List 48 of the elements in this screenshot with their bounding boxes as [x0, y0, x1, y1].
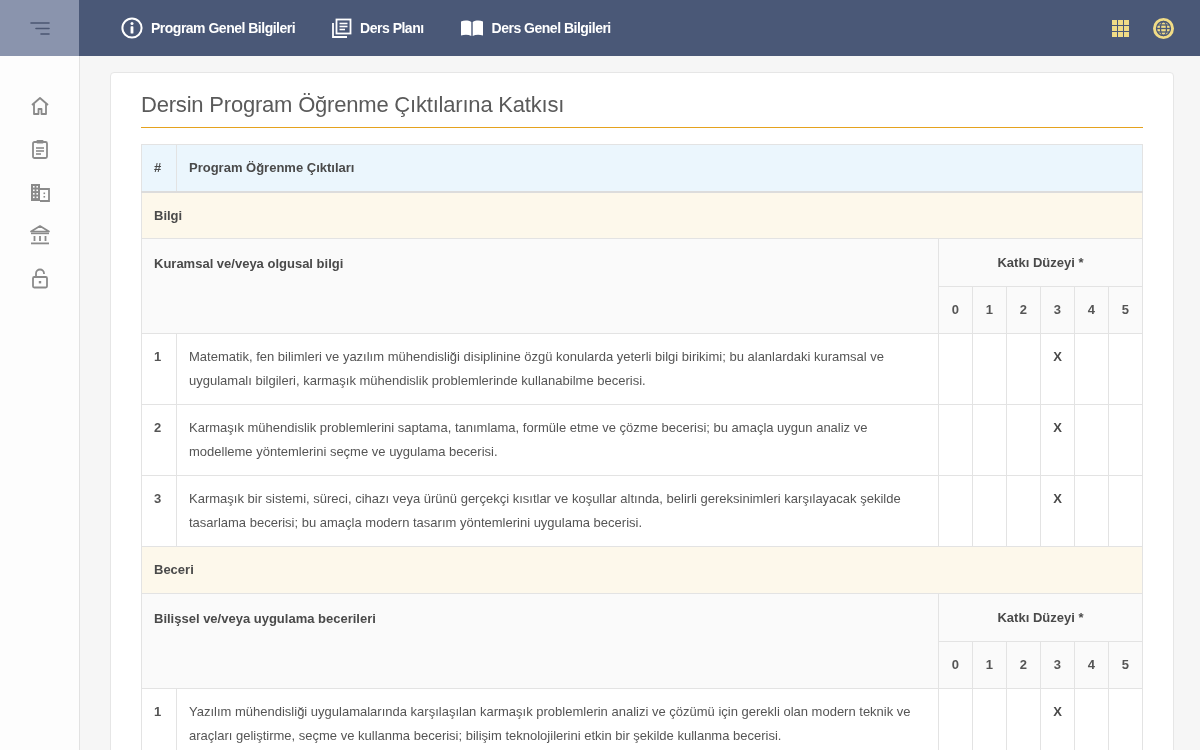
bank-icon — [28, 224, 51, 246]
outcome-text: Yazılım mühendisliği uygulamalarında karşılaşılan karmaşık problemlerin analizi ve çözümü için gerekli olan modern teknik ve araçları geliştirme, seçme ve kullanma becerisi; bilişim teknolojilerini etkin bir şekilde kullanma becerisi. — [176, 688, 939, 750]
level-number: 1 — [972, 286, 1007, 334]
menu-icon — [29, 21, 50, 35]
level-number: 0 — [938, 641, 973, 689]
page-title: Dersin Program Öğrenme Çıktılarına Katkısı — [141, 91, 1143, 128]
level-number: 2 — [1006, 286, 1041, 334]
level-number: 1 — [972, 641, 1007, 689]
building-nav-button[interactable] — [28, 181, 51, 203]
info-icon — [121, 17, 143, 39]
level-mark-cell: X — [1040, 333, 1075, 405]
grid-icon — [1112, 19, 1129, 37]
column-header: # — [141, 144, 177, 192]
level-heading: Katkı Düzeyi * — [938, 593, 1143, 642]
apps-button[interactable] — [1112, 19, 1129, 37]
level-mark-cell: X — [1040, 404, 1075, 476]
row-number: 1 — [141, 688, 177, 750]
group-heading: Bilişsel ve/veya uygulama becerileri — [141, 593, 939, 689]
level-number: 3 — [1040, 286, 1075, 334]
level-heading: Katkı Düzeyi * — [938, 238, 1143, 287]
level-mark-cell: X — [1040, 688, 1075, 750]
globe-icon — [1153, 17, 1174, 39]
bank-nav-button[interactable] — [28, 224, 51, 246]
level-number: 3 — [1040, 641, 1075, 689]
level-number: 4 — [1074, 286, 1109, 334]
nav-link[interactable]: Program Genel Bilgileri — [121, 17, 296, 39]
nav-link[interactable]: Ders Planı — [331, 17, 424, 39]
outcome-text: Karmaşık bir sistemi, süreci, cihazı veya ürünü gerçekçi kısıtlar ve koşullar altında, belirli gereksinimleri karşılayacak şekilde tasarlama becerisi; bu amaçla modern tasarım yöntemlerini uygulama becerisi. — [176, 475, 939, 547]
language-button[interactable] — [1153, 17, 1174, 39]
section-heading: Bilgi — [141, 191, 1143, 239]
book-icon — [459, 19, 484, 37]
level-number: 5 — [1108, 641, 1143, 689]
row-number: 2 — [141, 404, 177, 476]
section-heading: Beceri — [141, 546, 1143, 594]
outcome-text: Matematik, fen bilimleri ve yazılım mühendisliği disiplinine özgü konularda yeterli bilgi birikimi; bu alanlardaki kuramsal ve uygulamalı bilgileri, karmaşık mühendislik problemlerinde kullanabilme becerisi. — [176, 333, 939, 405]
row-number: 3 — [141, 475, 177, 547]
outcome-text: Karmaşık mühendislik problemlerini saptama, tanımlama, formüle etme ve çözme becerisi; bu amaçla uygun analiz ve modelleme yöntemlerini seçme ve uygulama becerisi. — [176, 404, 939, 476]
level-mark-cell: X — [1040, 475, 1075, 547]
level-number: 4 — [1074, 641, 1109, 689]
column-header: Program Öğrenme Çıktıları — [176, 144, 1143, 192]
nav-link[interactable]: Ders Genel Bilgileri — [459, 17, 611, 39]
document-stack-icon — [331, 17, 353, 39]
level-number: 2 — [1006, 641, 1041, 689]
level-number: 5 — [1108, 286, 1143, 334]
building-icon — [28, 181, 51, 203]
row-number: 1 — [141, 333, 177, 405]
group-heading: Kuramsal ve/veya olgusal bilgi — [141, 238, 939, 334]
level-number: 0 — [938, 286, 973, 334]
